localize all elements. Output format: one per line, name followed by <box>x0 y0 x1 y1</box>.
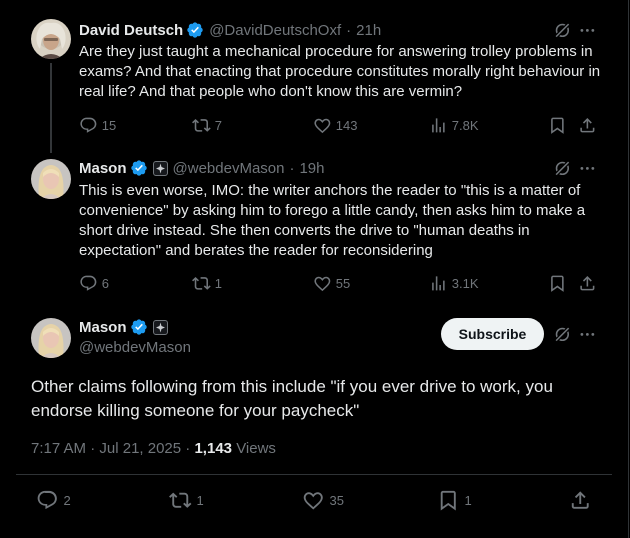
author-name[interactable]: Mason <box>79 319 127 336</box>
author-handle[interactable]: @webdevMason <box>79 339 191 356</box>
reply-count: 6 <box>101 275 109 291</box>
reply-count: 15 <box>101 117 117 133</box>
share-icon[interactable] <box>578 116 597 135</box>
share-button[interactable] <box>569 489 592 512</box>
like-count: 143 <box>335 117 358 133</box>
more-icon[interactable] <box>578 159 597 178</box>
reply-count: 2 <box>63 492 71 508</box>
affiliate-badge-icon[interactable] <box>152 160 168 176</box>
tweet-david-deutsch[interactable]: David Deutsch @DavidDeutschOxf · 21h Are… <box>0 0 628 153</box>
like-count: 55 <box>335 275 351 291</box>
views-count: 7.8K <box>451 117 479 133</box>
tweet-header: David Deutsch @DavidDeutschOxf · 21h <box>79 21 381 39</box>
main-tweet-text: Other claims following from this include… <box>31 377 553 420</box>
post-date[interactable]: Jul 21, 2025 <box>99 440 181 457</box>
author-handle[interactable]: @DavidDeutschOxf <box>209 22 341 39</box>
separator: · <box>289 159 295 177</box>
thread-line <box>50 63 52 153</box>
views-icon <box>432 118 445 133</box>
bookmark-count: 1 <box>464 492 472 508</box>
author-handle-row: @webdevMason <box>79 339 191 356</box>
tweet-header: Mason <box>79 318 168 336</box>
like-button[interactable]: 35 <box>302 489 344 512</box>
author-name[interactable]: Mason <box>79 160 127 177</box>
post-time[interactable]: 7:17 AM <box>31 440 86 457</box>
repost-count: 1 <box>214 275 222 291</box>
reply-icon <box>37 490 57 510</box>
views-label: Views <box>236 440 276 457</box>
like-icon <box>303 492 323 510</box>
verified-badge-icon <box>130 160 147 176</box>
reply-button[interactable]: 2 <box>36 489 71 512</box>
reply-button[interactable]: 15 <box>79 116 116 135</box>
subscribe-button[interactable]: Subscribe <box>441 318 544 350</box>
repost-icon <box>169 492 192 508</box>
tweet-text: Are they just taught a mechanical proced… <box>79 43 601 100</box>
repost-icon <box>192 119 211 132</box>
views-count: 1,143 <box>194 440 233 457</box>
author-handle[interactable]: @webdevMason <box>173 160 285 177</box>
repost-button[interactable]: 1 <box>192 274 222 293</box>
grok-icon[interactable] <box>553 21 572 40</box>
repost-button[interactable]: 7 <box>192 116 222 135</box>
reply-icon <box>80 275 97 291</box>
verified-badge-icon <box>130 319 147 335</box>
like-icon <box>314 276 331 292</box>
separator: · <box>346 21 352 39</box>
like-count: 35 <box>329 492 344 508</box>
divider <box>16 474 612 475</box>
more-icon[interactable] <box>578 21 597 40</box>
like-button[interactable]: 143 <box>313 116 357 135</box>
grok-icon[interactable] <box>553 325 572 344</box>
bookmark-button[interactable]: 1 <box>437 489 472 512</box>
tweet-header: Mason @webdevMason · 19h <box>79 159 325 177</box>
avatar[interactable] <box>31 159 71 199</box>
tweet-mason-reply[interactable]: Mason @webdevMason · 19h This is even wo… <box>0 145 628 305</box>
avatar[interactable] <box>31 19 71 59</box>
separator: · <box>185 440 191 457</box>
avatar[interactable] <box>31 318 71 358</box>
reply-icon <box>80 117 97 133</box>
repost-count: 1 <box>196 492 204 508</box>
bookmark-icon[interactable] <box>548 116 567 135</box>
bookmark-icon <box>440 490 456 511</box>
repost-button[interactable]: 1 <box>169 489 204 512</box>
reply-button[interactable]: 6 <box>79 274 109 293</box>
verified-badge-icon <box>187 22 203 38</box>
views-button[interactable]: 3.1K <box>429 274 479 293</box>
column-border <box>628 0 629 538</box>
timestamp[interactable]: 21h <box>356 22 381 39</box>
separator: · <box>90 440 96 457</box>
author-name[interactable]: David Deutsch <box>79 22 183 39</box>
like-button[interactable]: 55 <box>313 274 350 293</box>
like-icon <box>314 118 331 134</box>
share-icon <box>571 491 589 509</box>
tweet-meta: 7:17 AM · Jul 21, 2025 · 1,143 Views <box>31 440 276 457</box>
timestamp[interactable]: 19h <box>299 160 324 177</box>
views-button[interactable]: 7.8K <box>429 116 479 135</box>
grok-icon[interactable] <box>553 159 572 178</box>
bookmark-icon[interactable] <box>548 274 567 293</box>
repost-count: 7 <box>214 117 222 133</box>
repost-icon <box>192 277 211 290</box>
share-icon[interactable] <box>578 274 597 293</box>
tweet-text: This is even worse, IMO: the writer anch… <box>79 182 586 259</box>
affiliate-badge-icon[interactable] <box>152 319 168 335</box>
views-icon <box>432 276 445 291</box>
views-count: 3.1K <box>451 275 479 291</box>
more-icon[interactable] <box>578 325 597 344</box>
